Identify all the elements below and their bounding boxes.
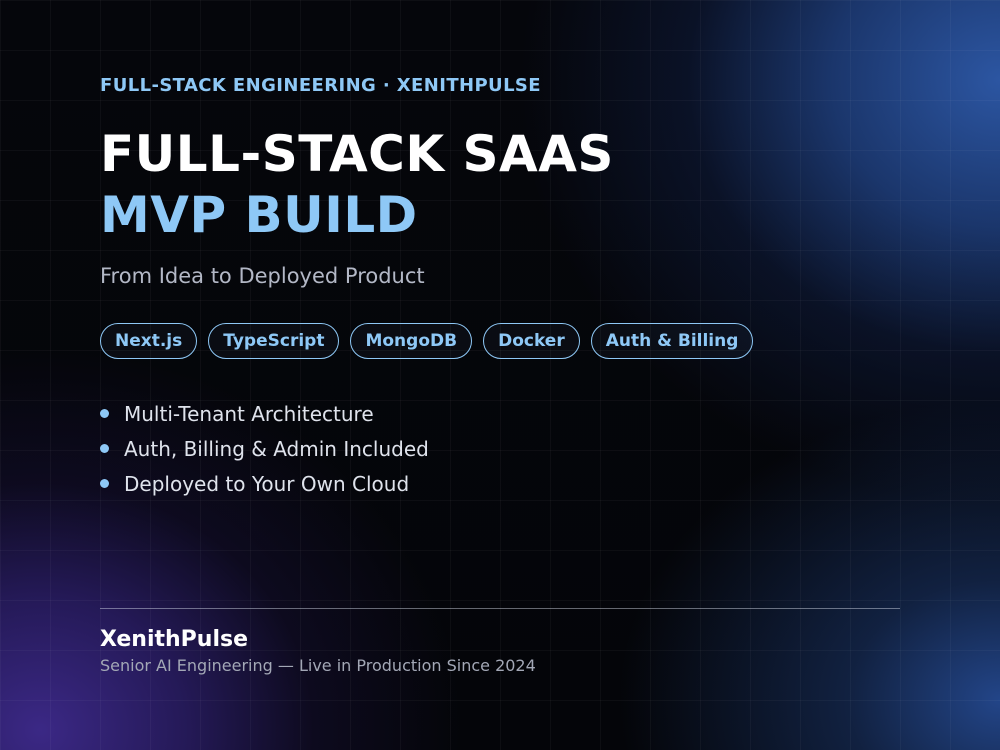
- feature-text: Auth, Billing & Admin Included: [124, 436, 429, 461]
- footer-brand: XenithPulse: [100, 627, 249, 652]
- feature-text: Multi-Tenant Architecture: [124, 401, 374, 426]
- subtitle: From Idea to Deployed Product: [100, 264, 425, 288]
- bullet-dot-icon: [100, 409, 109, 418]
- feature-list: Multi-Tenant Architecture Auth, Billing …: [100, 396, 429, 501]
- title-line-1: FULL-STACK SAAS: [100, 125, 614, 183]
- tag-auth-billing: Auth & Billing: [590, 323, 754, 359]
- tech-tag-list: Next.js TypeScript MongoDB Docker Auth &…: [100, 323, 754, 359]
- feature-item: Deployed to Your Own Cloud: [100, 466, 429, 501]
- title-line-2: MVP BUILD: [100, 186, 418, 244]
- eyebrow-label: FULL-STACK ENGINEERING · XENITHPULSE: [100, 75, 541, 96]
- banner-canvas: FULL-STACK ENGINEERING · XENITHPULSE FUL…: [0, 0, 1000, 750]
- bullet-dot-icon: [100, 444, 109, 453]
- tag-docker: Docker: [483, 323, 580, 359]
- feature-item: Multi-Tenant Architecture: [100, 396, 429, 431]
- footer-divider: [100, 608, 900, 609]
- feature-item: Auth, Billing & Admin Included: [100, 431, 429, 466]
- footer-tagline: Senior AI Engineering — Live in Producti…: [100, 656, 536, 675]
- tag-mongodb: MongoDB: [350, 323, 473, 359]
- bullet-dot-icon: [100, 479, 109, 488]
- tag-typescript: TypeScript: [208, 323, 340, 359]
- feature-text: Deployed to Your Own Cloud: [124, 471, 410, 496]
- tag-nextjs: Next.js: [100, 323, 198, 359]
